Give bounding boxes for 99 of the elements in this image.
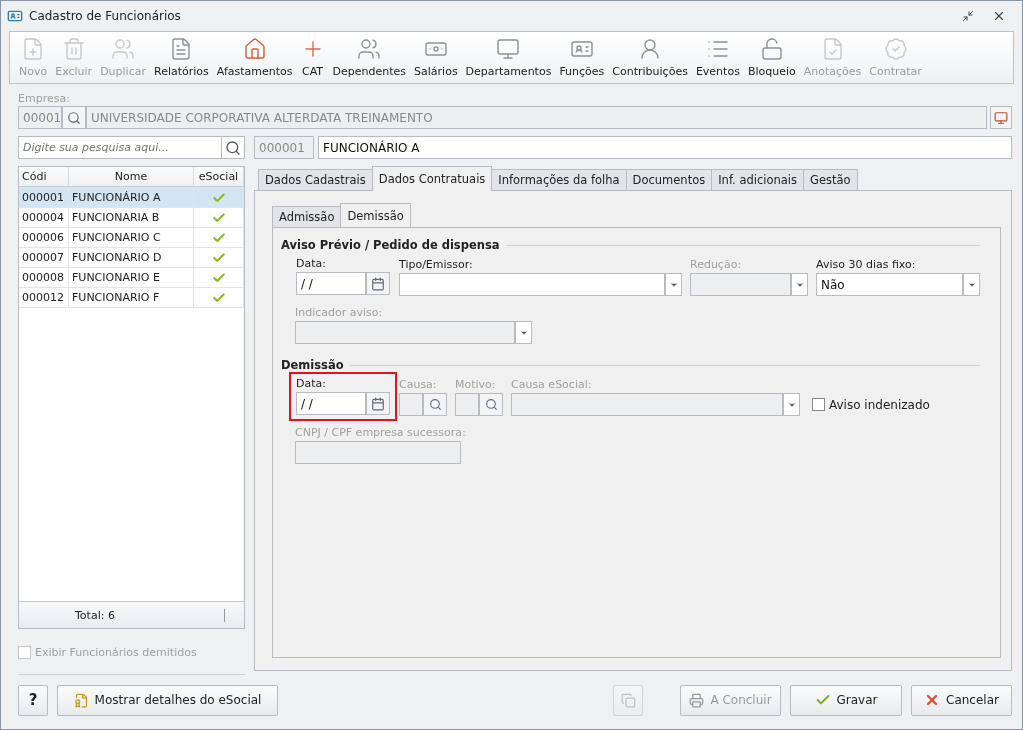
search-icon (428, 398, 442, 411)
dropdown-field[interactable]: Não (816, 273, 963, 296)
field-label: Tipo/Emissor: (399, 258, 474, 271)
table-row[interactable]: 000006 FUNCIONARIO C (19, 228, 244, 248)
total-text: Total: 6 (75, 608, 225, 622)
toolbar-button[interactable]: Departamentos (462, 37, 555, 78)
section-title: Aviso Prévio / Pedido de dispensa (281, 238, 500, 252)
field-label: Data: (296, 257, 327, 270)
checkbox-label: Aviso indenizado (829, 397, 930, 412)
field-label: Aviso 30 dias fixo: (816, 258, 917, 271)
search-field[interactable]: Digite sua pesquisa aqui... (18, 136, 221, 159)
tab[interactable]: Demissão (340, 203, 411, 228)
tab[interactable]: Admissão (272, 206, 342, 228)
table-row[interactable]: 000008 FUNCIONARIO E (19, 268, 244, 288)
house-icon (242, 37, 267, 61)
tab[interactable]: Informações da folha (491, 169, 627, 191)
column-header[interactable]: Nome (69, 167, 194, 187)
table-cell: 000012 (19, 288, 69, 307)
toolbar-button[interactable]: Contribuições (609, 37, 691, 78)
calendar-icon (371, 396, 385, 411)
search-icon (484, 398, 498, 411)
table-row[interactable]: 000012 FUNCIONARIO F (19, 288, 244, 308)
table-cell: FUNCIONÁRIO A (69, 188, 194, 207)
toolbar-button[interactable]: Dependentes (329, 37, 410, 78)
dropdown-button[interactable] (515, 321, 532, 344)
table-cell: FUNCIONARIO F (69, 288, 194, 307)
column-header[interactable]: eSocial (194, 167, 244, 187)
field-label: Indicador aviso: (295, 306, 384, 319)
toolbar-button[interactable]: CAT (297, 37, 328, 78)
checkbox-label: Exibir Funcionários demitidos (35, 646, 197, 659)
copy-icon (620, 692, 636, 708)
padlock-icon (759, 37, 784, 61)
toolbar-button[interactable]: Eventos (692, 37, 743, 78)
cancel-button[interactable]: Cancelar (911, 684, 1012, 716)
app-icon (7, 8, 23, 24)
table-cell: FUNCIONARIO C (69, 228, 194, 247)
field-label: Motivo: (455, 378, 497, 391)
table-row[interactable]: 000007 FUNCIONARIO D (19, 248, 244, 268)
table-cell: FUNCIONARIA B (69, 208, 194, 227)
trash-icon (61, 37, 86, 61)
calendar-icon (371, 276, 385, 291)
dropdown-button[interactable] (665, 273, 682, 296)
table-cell: FUNCIONARIO E (69, 268, 194, 287)
table-cell: 000004 (19, 208, 69, 227)
esocial-details-button[interactable]: Mostrar detalhes do eSocial (57, 684, 278, 716)
toolbar-button[interactable]: Relatórios (151, 37, 212, 78)
employee-name-field[interactable]: FUNCIONÁRIO A (318, 136, 1012, 159)
date-field[interactable]: / / (296, 392, 366, 415)
restore-icon (962, 10, 974, 22)
table-row[interactable]: 000001 FUNCIONÁRIO A (19, 188, 244, 208)
field-label: Data: (296, 377, 327, 390)
section-title: Demissão (281, 358, 344, 372)
search-button[interactable] (423, 393, 447, 416)
column-header[interactable]: Códi (19, 167, 69, 187)
search-icon (225, 139, 241, 156)
window-layout-button[interactable] (990, 106, 1012, 129)
tab[interactable]: Dados Cadastrais (258, 169, 373, 191)
people-icon (357, 37, 382, 61)
toolbar-button[interactable]: Bloqueio (744, 37, 799, 78)
close-icon (992, 9, 1006, 23)
search-button[interactable] (221, 136, 245, 159)
dropdown-field[interactable] (399, 273, 665, 296)
window-icon (994, 110, 1008, 125)
empresa-label: Empresa: (18, 92, 71, 105)
close-icon (924, 692, 940, 708)
toolbar-button[interactable]: Afastamentos (213, 37, 296, 78)
table-cell: 000006 (19, 228, 69, 247)
people-icon (111, 37, 136, 61)
dropdown-button[interactable] (783, 393, 800, 416)
tab[interactable]: Dados Contratuais (371, 166, 493, 191)
calendar-button[interactable] (366, 272, 390, 295)
document-badge-icon (73, 692, 89, 708)
toolbar-button[interactable]: Salários (411, 37, 461, 78)
field-label: Causa eSocial: (511, 378, 593, 391)
dropdown-button[interactable] (963, 273, 980, 296)
table-cell: FUNCIONARIO D (69, 248, 194, 267)
help-button[interactable]: ? (18, 684, 48, 716)
printer-icon (689, 692, 705, 708)
search-button[interactable] (479, 393, 503, 416)
search-button[interactable] (62, 106, 86, 129)
save-button[interactable]: Gravar (790, 684, 902, 716)
dropdown-button[interactable] (791, 273, 808, 296)
table-cell: 000001 (19, 188, 69, 207)
window-title: Cadastro de Funcionários (29, 9, 182, 23)
table-row[interactable]: 000004 FUNCIONARIA B (19, 208, 244, 228)
tab[interactable]: Inf. adicionais (711, 169, 805, 191)
checkbox[interactable] (812, 398, 825, 411)
tab[interactable]: Documentos (625, 169, 713, 191)
search-icon (67, 110, 81, 125)
field-label: Causa: (399, 378, 438, 391)
calendar-button[interactable] (366, 392, 390, 415)
tab[interactable]: Gestão (803, 169, 858, 191)
field-label: Redução: (690, 258, 743, 271)
table-cell: 000008 (19, 268, 69, 287)
table-cell: 000007 (19, 248, 69, 267)
field-label: CNPJ / CPF empresa sucessora: (295, 426, 466, 439)
certificate-check-icon (883, 37, 908, 61)
date-field[interactable]: / / (296, 272, 366, 295)
toolbar-button[interactable]: Funções (556, 37, 608, 78)
